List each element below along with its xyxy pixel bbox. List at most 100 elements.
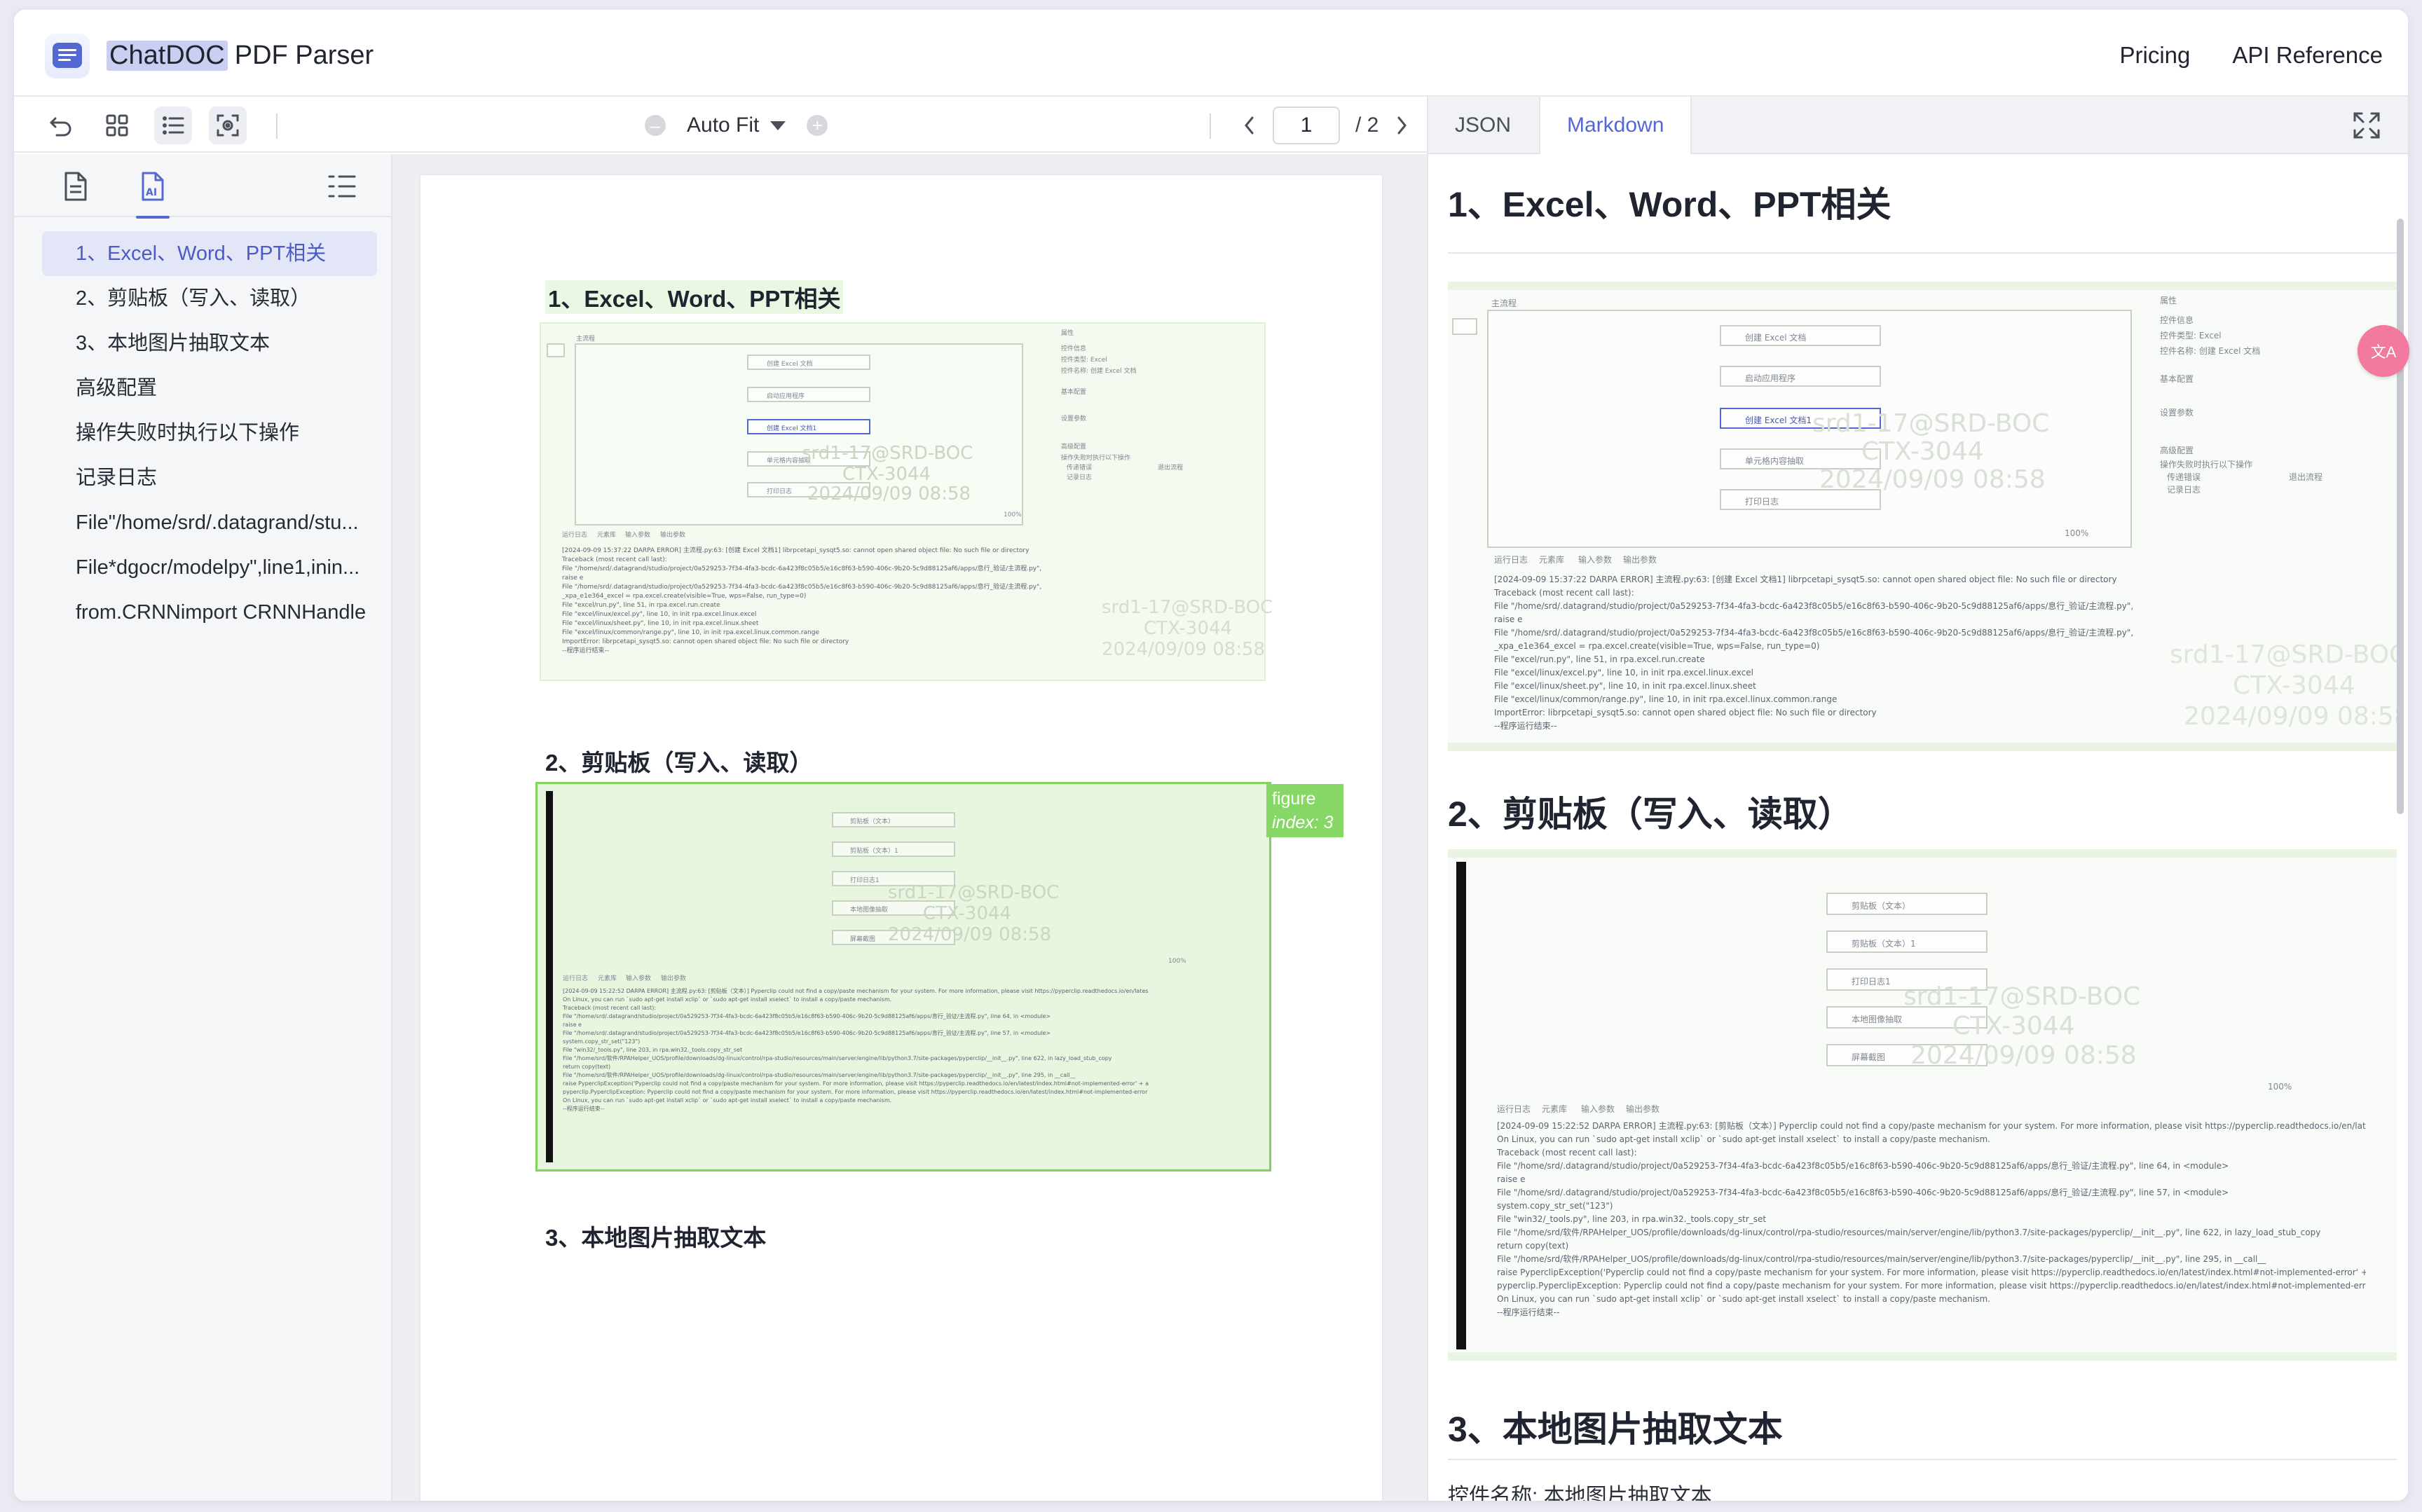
scrollbar[interactable] bbox=[2397, 219, 2404, 814]
log-line: [2024-09-09 15:22:52 DARPA ERROR] 主流程.py… bbox=[563, 988, 1149, 994]
log-line: File "excel/linux/common/range.py", line… bbox=[562, 629, 820, 636]
toolbar-divider bbox=[276, 114, 278, 139]
log-line: File "/home/srd/软件/RPAHelper_UOS/profile… bbox=[1497, 1228, 2321, 1237]
api-reference-link[interactable]: API Reference bbox=[2232, 42, 2383, 69]
log-line: On Linux, you can run `sudo apt-get inst… bbox=[1497, 1134, 1990, 1144]
flow-node: 启动应用程序 bbox=[747, 387, 870, 402]
outline-item[interactable]: 2、剪贴板（写入、读取） bbox=[42, 276, 377, 321]
watermark: srd1-17@SRD-BOC bbox=[888, 882, 1060, 903]
tab-json[interactable]: JSON bbox=[1428, 97, 1538, 154]
watermark: 2024/09/09 08:58 bbox=[888, 924, 1052, 945]
pdf-viewer[interactable]: 1、Excel、Word、PPT相关 主流程 创建 Excel 文档 启动应用程… bbox=[392, 154, 1427, 1501]
tab-markdown[interactable]: Markdown bbox=[1539, 97, 1692, 154]
log-line: raise e bbox=[562, 575, 584, 582]
zoom-in-button[interactable]: + bbox=[807, 115, 828, 136]
page-figure[interactable]: 主流程 创建 Excel 文档 启动应用程序 创建 Excel 文档1 单元格内… bbox=[540, 322, 1273, 681]
zoom-value: 100% bbox=[1004, 511, 1022, 518]
page-figure-selected[interactable]: 剪贴板（文本） 剪贴板（文本）1 打印日志1 本地图像抽取 屏幕截图 srd1-… bbox=[535, 782, 1343, 1171]
brand-name: PDF Parser bbox=[234, 41, 374, 70]
flow-panel-box bbox=[547, 343, 565, 357]
list-view-icon[interactable] bbox=[154, 106, 192, 144]
result-tabs: JSON Markdown bbox=[1428, 97, 2408, 154]
log-line: --程序运行结束-- bbox=[1494, 721, 1557, 731]
translate-button[interactable]: 文A bbox=[2358, 325, 2409, 377]
props-item: 控件类型: Excel bbox=[1061, 357, 1107, 364]
log-tab: 输出参数 bbox=[1626, 1104, 1660, 1114]
outline-list-icon[interactable] bbox=[322, 167, 362, 206]
app-logo-icon[interactable] bbox=[45, 34, 90, 78]
ai-document-icon[interactable]: AI bbox=[133, 167, 172, 219]
viewer-toolbar: – Auto Fit + 1 / 2 bbox=[14, 97, 1427, 153]
zoom-label: Auto Fit bbox=[687, 114, 760, 137]
log-line: File "win32/_tools.py", line 203, in rpa… bbox=[563, 1047, 743, 1053]
pdf-page: 1、Excel、Word、PPT相关 主流程 创建 Excel 文档 启动应用程… bbox=[420, 175, 1382, 1501]
outline-item[interactable]: from.CRNNimport CRNNHandle bbox=[42, 590, 377, 635]
watermark: CTX-3044 bbox=[923, 903, 1012, 924]
markdown-figure: 主流程 创建 Excel 文档 启动应用程序 创建 Excel 文档1 单元格内… bbox=[1448, 282, 2397, 751]
expand-icon[interactable] bbox=[2351, 109, 2383, 142]
next-page-icon[interactable] bbox=[1394, 115, 1409, 136]
markdown-figure: 剪贴板（文本） 剪贴板（文本）1 打印日志1 本地图像抽取 屏幕截图 srd1-… bbox=[1448, 849, 2397, 1361]
grid-view-icon[interactable] bbox=[98, 106, 136, 144]
watermark: srd1-17@SRD-BOC bbox=[2170, 640, 2397, 669]
flow-node: 剪贴板（文本）1 bbox=[832, 841, 955, 857]
brand-highlight: ChatDOC bbox=[107, 41, 228, 71]
document-icon[interactable] bbox=[56, 167, 95, 206]
zoom-control: – Auto Fit + bbox=[645, 109, 828, 142]
props-item: 传递错误 bbox=[2167, 472, 2201, 482]
log-line: _xpa_e1e364_excel = rpa.excel.create(vis… bbox=[1494, 641, 1820, 651]
flow-node: 创建 Excel 文档1 bbox=[747, 419, 870, 434]
props-item: 记录日志 bbox=[1067, 474, 1093, 481]
props-item: 操作失败时执行以下操作 bbox=[1061, 455, 1131, 462]
log-tab: 输出参数 bbox=[1623, 555, 1657, 565]
props-item: 设置参数 bbox=[2160, 408, 2194, 418]
figure-tag-type: figure bbox=[1272, 789, 1316, 809]
log-tab: 元素库 bbox=[1539, 555, 1565, 565]
outline-item[interactable]: File"/home/srd/.datagrand/stu... bbox=[42, 500, 377, 545]
app-title: ChatDOC PDF Parser bbox=[107, 41, 374, 71]
log-line: File "excel/run.py", line 51, in rpa.exc… bbox=[1494, 654, 1705, 664]
outline-item[interactable]: 操作失败时执行以下操作 bbox=[42, 411, 377, 455]
props-item: 操作失败时执行以下操作 bbox=[2160, 460, 2253, 469]
props-item: 传递错误 bbox=[1067, 465, 1093, 472]
log-line: Traceback (most recent call last): bbox=[563, 1005, 657, 1011]
log-tab: 输入参数 bbox=[626, 975, 652, 982]
props-item: 退出流程 bbox=[2289, 472, 2323, 482]
log-tab: 运行日志 bbox=[1497, 1104, 1531, 1114]
log-line: [2024-09-09 15:37:22 DARPA ERROR] 主流程.py… bbox=[1494, 575, 2117, 584]
outline-item[interactable]: 高级配置 bbox=[42, 366, 377, 411]
outline-item[interactable]: 1、Excel、Word、PPT相关 bbox=[42, 231, 377, 276]
zoom-select[interactable]: Auto Fit bbox=[687, 114, 786, 137]
flow-node: 剪贴板（文本）1 bbox=[1826, 930, 1987, 953]
sidebar-tabs: AI bbox=[14, 154, 391, 219]
undo-icon[interactable] bbox=[42, 106, 80, 144]
page-navigator: 1 / 2 bbox=[1242, 106, 1409, 144]
figure-tag-index: index: 3 bbox=[1272, 813, 1334, 832]
markdown-view[interactable]: 1、Excel、Word、PPT相关 主流程 创建 Excel 文档 启动应用程… bbox=[1428, 156, 2408, 1501]
scan-view-icon[interactable] bbox=[209, 106, 247, 144]
log-line: [2024-09-09 15:37:22 DARPA ERROR] 主流程.py… bbox=[562, 547, 1029, 554]
outline-item[interactable]: 3、本地图片抽取文本 bbox=[42, 321, 377, 366]
app-window: ChatDOC PDF Parser Pricing API Reference bbox=[14, 10, 2408, 1501]
log-line: File "/home/srd/.datagrand/studio/projec… bbox=[1497, 1161, 2229, 1171]
log-line: system.copy_str_set("123") bbox=[1497, 1201, 1613, 1211]
outline-item[interactable]: File*dgocr/modelpy",line1,inin... bbox=[42, 545, 377, 590]
props-item: 控件类型: Excel bbox=[2160, 331, 2222, 341]
outline-list: 1、Excel、Word、PPT相关 2、剪贴板（写入、读取） 3、本地图片抽取… bbox=[14, 217, 391, 635]
page-number-input[interactable]: 1 bbox=[1273, 106, 1340, 144]
page-heading[interactable]: 3、本地图片抽取文本 bbox=[545, 1219, 766, 1253]
watermark: 2024/09/09 08:58 bbox=[1910, 1041, 2137, 1070]
pricing-link[interactable]: Pricing bbox=[2120, 42, 2191, 69]
zoom-value: 100% bbox=[2065, 528, 2089, 538]
prev-page-icon[interactable] bbox=[1242, 115, 1257, 136]
page-heading[interactable]: 2、剪贴板（写入、读取） bbox=[545, 744, 812, 778]
zoom-out-button[interactable]: – bbox=[645, 115, 666, 136]
outline-item[interactable]: 记录日志 bbox=[42, 455, 377, 500]
flow-node: 剪贴板（文本） bbox=[1826, 893, 1987, 915]
page-heading[interactable]: 1、Excel、Word、PPT相关 bbox=[545, 280, 844, 314]
flow-node: 启动应用程序 bbox=[1720, 366, 1881, 387]
watermark: srd1-17@SRD-BOC bbox=[1102, 597, 1273, 618]
log-line: Traceback (most recent call last): bbox=[1494, 588, 1634, 598]
flow-node: 创建 Excel 文档 bbox=[1720, 325, 1881, 346]
log-line: raise e bbox=[1494, 614, 1523, 624]
